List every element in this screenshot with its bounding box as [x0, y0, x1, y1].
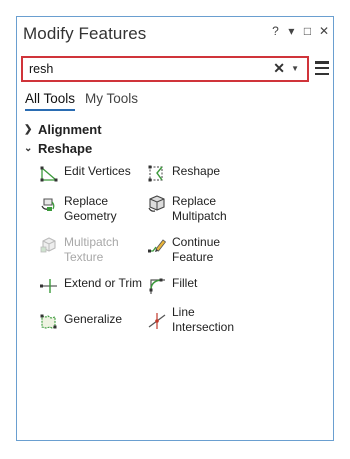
- tool-continue-feature[interactable]: Continue Feature: [147, 235, 220, 265]
- tool-generalize-label: Generalize: [64, 312, 123, 326]
- tool-multipatch-texture-label: Multipatch Texture: [64, 235, 119, 264]
- tool-edit-vertices-label: Edit Vertices: [64, 164, 131, 178]
- tool-extend-or-trim[interactable]: Extend or Trim: [39, 276, 142, 296]
- generalize-icon: [40, 314, 57, 329]
- tool-continue-feature-label: Continue Feature: [172, 235, 221, 264]
- tab-my-tools[interactable]: My Tools: [85, 91, 138, 111]
- replace-multipatch-icon: [148, 195, 165, 212]
- chevron-down-icon: ⌄: [24, 143, 33, 154]
- tool-replace-geometry[interactable]: Replace Geometry: [39, 194, 117, 224]
- extend-or-trim-icon: [40, 279, 57, 293]
- group-reshape-label: Reshape: [38, 141, 93, 156]
- clear-search-icon[interactable]: ✕: [273, 60, 285, 77]
- tool-extend-or-trim-label: Extend or Trim: [64, 276, 143, 290]
- tool-replace-geometry-label: Replace Geometry: [64, 194, 117, 223]
- tool-fillet[interactable]: Fillet: [147, 276, 197, 296]
- tool-reshape[interactable]: Reshape: [147, 164, 220, 184]
- continue-feature-icon: [148, 239, 167, 253]
- tool-replace-multipatch-label: Replace Multipatch: [172, 194, 227, 223]
- tool-generalize[interactable]: Generalize: [39, 312, 122, 332]
- pane-options-icon[interactable]: ▾: [287, 24, 296, 38]
- tool-fillet-label: Fillet: [172, 276, 198, 290]
- reshape-icon: [148, 165, 163, 182]
- group-alignment[interactable]: ❯ Alignment: [24, 122, 102, 137]
- replace-geometry-icon: [41, 198, 55, 211]
- pane-title: Modify Features: [23, 24, 147, 43]
- tool-multipatch-texture: Multipatch Texture: [39, 235, 119, 265]
- tool-line-intersection[interactable]: Line Intersection: [147, 305, 234, 335]
- chevron-right-icon: ❯: [24, 124, 33, 135]
- close-icon[interactable]: ✕: [319, 24, 329, 38]
- multipatch-texture-icon: [40, 237, 56, 253]
- pane-title-buttons: ? ▾ □ ✕: [271, 24, 329, 38]
- group-alignment-label: Alignment: [38, 122, 102, 137]
- hamburger-menu-icon[interactable]: [315, 61, 329, 75]
- tool-line-intersection-label: Line Intersection: [172, 305, 235, 334]
- tab-bar: All Tools My Tools: [25, 91, 138, 111]
- tab-all-tools[interactable]: All Tools: [25, 91, 76, 111]
- search-input[interactable]: [29, 61, 269, 77]
- modify-features-pane: Modify Features ? ▾ □ ✕ ✕ ▼ All Tools My…: [16, 16, 334, 441]
- line-intersection-icon: [148, 313, 166, 329]
- maximize-icon[interactable]: □: [303, 24, 312, 38]
- search-box[interactable]: ✕ ▼: [21, 56, 309, 82]
- search-dropdown-icon[interactable]: ▼: [291, 64, 299, 73]
- edit-vertices-icon: [40, 166, 58, 182]
- tool-replace-multipatch[interactable]: Replace Multipatch: [147, 194, 227, 224]
- group-reshape[interactable]: ⌄ Reshape: [24, 141, 92, 156]
- tool-reshape-label: Reshape: [172, 164, 221, 178]
- fillet-icon: [149, 278, 165, 294]
- help-icon[interactable]: ?: [271, 24, 280, 38]
- tool-edit-vertices[interactable]: Edit Vertices: [39, 164, 131, 184]
